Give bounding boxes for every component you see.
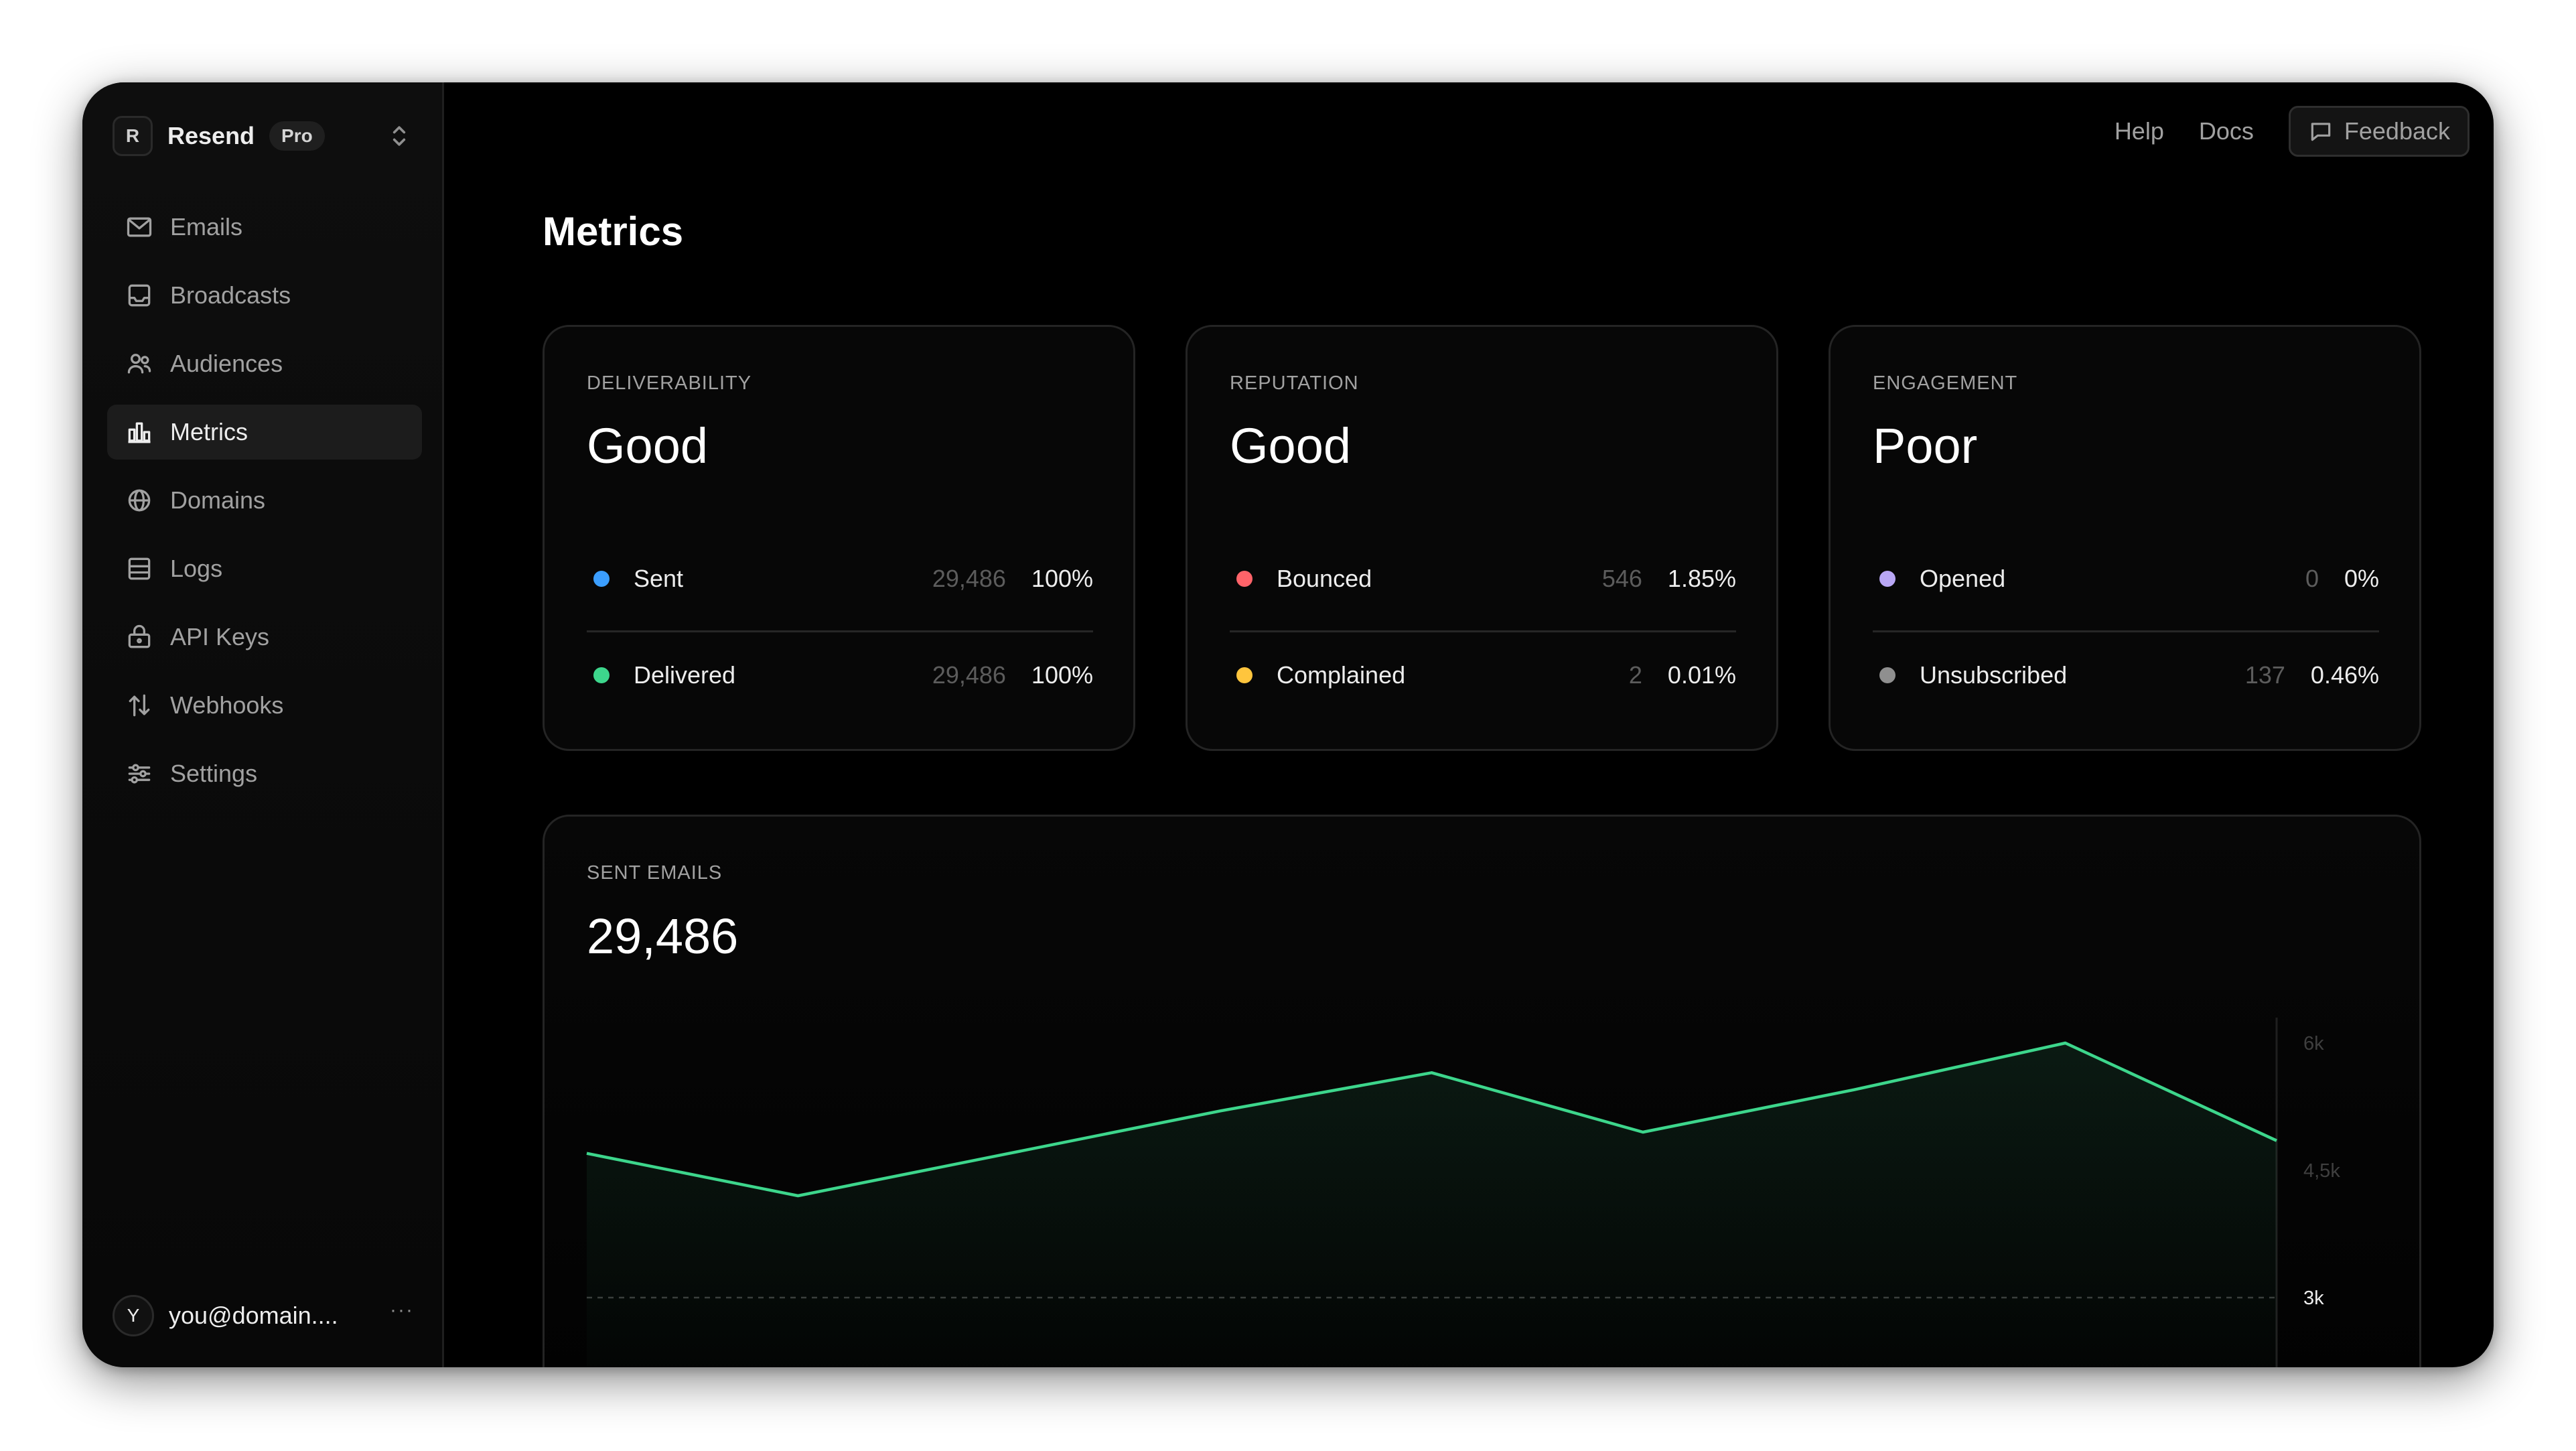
mail-icon bbox=[125, 212, 154, 242]
logs-icon bbox=[125, 554, 154, 583]
sidebar-item-emails[interactable]: Emails bbox=[107, 200, 422, 255]
status-dot bbox=[593, 571, 610, 587]
card-status: Good bbox=[587, 418, 709, 474]
metric-row-complained: Complained 2 0.01% bbox=[1230, 655, 1736, 695]
chevron-up-down-icon[interactable] bbox=[384, 121, 414, 151]
card-label: REPUTATION bbox=[1230, 372, 1359, 394]
metric-label: Delivered bbox=[634, 661, 736, 689]
divider bbox=[1230, 630, 1736, 632]
metric-count: 29,486 bbox=[932, 565, 1006, 592]
sidebar-item-label: Metrics bbox=[170, 418, 248, 445]
team-switcher[interactable]: R Resend Pro bbox=[113, 115, 414, 157]
sidebar-item-label: Audiences bbox=[170, 350, 283, 377]
sidebar-item-metrics[interactable]: Metrics bbox=[107, 405, 422, 460]
sidebar-item-webhooks[interactable]: Webhooks bbox=[107, 678, 422, 733]
help-link[interactable]: Help bbox=[2115, 117, 2164, 145]
page-title: Metrics bbox=[543, 209, 684, 254]
sidebar: R Resend Pro Emails Broadcasts Audiences… bbox=[82, 82, 444, 1367]
sidebar-item-api-keys[interactable]: API Keys bbox=[107, 610, 422, 665]
metric-percent: 0% bbox=[2344, 565, 2379, 592]
divider bbox=[1873, 630, 2379, 632]
sidebar-item-label: Emails bbox=[170, 213, 243, 240]
reputation-card: REPUTATION Good Bounced 546 1.85% Compla… bbox=[1186, 325, 1778, 751]
metric-count: 546 bbox=[1601, 565, 1642, 592]
divider bbox=[587, 630, 1093, 632]
metric-label: Sent bbox=[634, 565, 684, 592]
card-status: Good bbox=[1230, 418, 1352, 474]
y-tick-label: 3k bbox=[2303, 1288, 2324, 1309]
metric-percent: 0.01% bbox=[1667, 661, 1736, 689]
user-menu[interactable]: Y you@domain.... ··· bbox=[113, 1295, 414, 1336]
sent-emails-chart: 6k4,5k3k2k bbox=[586, 1018, 2340, 1367]
card-label: DELIVERABILITY bbox=[587, 372, 752, 394]
sidebar-item-label: Webhooks bbox=[170, 691, 284, 719]
team-name: Resend bbox=[167, 122, 255, 149]
card-status: Poor bbox=[1873, 418, 1978, 474]
metric-label: Complained bbox=[1277, 661, 1406, 689]
avatar: Y bbox=[113, 1295, 154, 1336]
y-tick-label: 4,5k bbox=[2303, 1160, 2340, 1182]
sidebar-item-broadcasts[interactable]: Broadcasts bbox=[107, 268, 422, 323]
feedback-button[interactable]: Feedback bbox=[2288, 106, 2470, 157]
sent-emails-chart-card: SENT EMAILS 29,486 6k 4,5k 3k 2k bbox=[543, 815, 2421, 1367]
sliders-icon bbox=[125, 759, 154, 788]
message-square-icon bbox=[2311, 123, 2331, 141]
series-area bbox=[587, 1043, 2277, 1367]
metric-row-delivered: Delivered 29,486 100% bbox=[587, 655, 1093, 695]
metric-row-sent: Sent 29,486 100% bbox=[587, 559, 1093, 599]
sidebar-item-label: Broadcasts bbox=[170, 281, 291, 309]
metric-row-bounced: Bounced 546 1.85% bbox=[1230, 559, 1736, 599]
metric-count: 2 bbox=[1628, 661, 1642, 689]
lock-icon bbox=[125, 622, 154, 652]
metric-row-opened: Opened 0 0% bbox=[1873, 559, 2379, 599]
inbox-icon bbox=[125, 281, 154, 310]
globe-icon bbox=[125, 486, 154, 515]
y-tick-label: 6k bbox=[2303, 1033, 2324, 1054]
sidebar-item-settings[interactable]: Settings bbox=[107, 746, 422, 801]
users-icon bbox=[125, 349, 154, 378]
bar-chart-icon bbox=[125, 417, 154, 447]
app-window: R Resend Pro Emails Broadcasts Audiences… bbox=[82, 82, 2494, 1367]
metric-count: 137 bbox=[2244, 661, 2285, 689]
sidebar-item-label: Settings bbox=[170, 760, 258, 787]
more-icon[interactable]: ··· bbox=[390, 1299, 414, 1322]
metric-label: Bounced bbox=[1277, 565, 1372, 592]
metric-percent: 1.85% bbox=[1667, 565, 1736, 592]
metric-percent: 100% bbox=[1031, 661, 1093, 689]
sidebar-item-label: Domains bbox=[170, 486, 266, 514]
metric-row-unsubscribed: Unsubscribed 137 0.46% bbox=[1873, 655, 2379, 695]
webhook-icon bbox=[125, 691, 154, 720]
sidebar-item-domains[interactable]: Domains bbox=[107, 473, 422, 528]
docs-link[interactable]: Docs bbox=[2199, 117, 2254, 145]
topbar: Help Docs Feedback bbox=[2115, 106, 2470, 157]
status-dot bbox=[593, 667, 610, 683]
metric-percent: 0.46% bbox=[2310, 661, 2379, 689]
card-label: ENGAGEMENT bbox=[1873, 372, 2018, 394]
metric-label: Opened bbox=[1920, 565, 2006, 592]
metric-percent: 100% bbox=[1031, 565, 1093, 592]
sidebar-item-label: API Keys bbox=[170, 623, 270, 650]
feedback-label: Feedback bbox=[2344, 117, 2450, 145]
plan-badge: Pro bbox=[269, 121, 325, 151]
metric-label: Unsubscribed bbox=[1920, 661, 2068, 689]
user-email: you@domain.... bbox=[169, 1302, 338, 1329]
sidebar-item-audiences[interactable]: Audiences bbox=[107, 336, 422, 391]
metric-count: 0 bbox=[2305, 565, 2319, 592]
status-dot bbox=[1236, 667, 1253, 683]
status-dot bbox=[1879, 571, 1895, 587]
deliverability-card: DELIVERABILITY Good Sent 29,486 100% Del… bbox=[543, 325, 1135, 751]
main-content: Help Docs Feedback Metrics DELIVERABILIT… bbox=[446, 82, 2494, 1367]
sidebar-nav: Emails Broadcasts Audiences Metrics Doma… bbox=[107, 200, 422, 815]
sidebar-item-logs[interactable]: Logs bbox=[107, 541, 422, 596]
status-dot bbox=[1879, 667, 1895, 683]
status-dot bbox=[1236, 571, 1253, 587]
engagement-card: ENGAGEMENT Poor Opened 0 0% Unsubscribed… bbox=[1829, 325, 2421, 751]
sidebar-item-label: Logs bbox=[170, 555, 223, 582]
team-avatar: R bbox=[113, 116, 153, 156]
metric-count: 29,486 bbox=[932, 661, 1006, 689]
